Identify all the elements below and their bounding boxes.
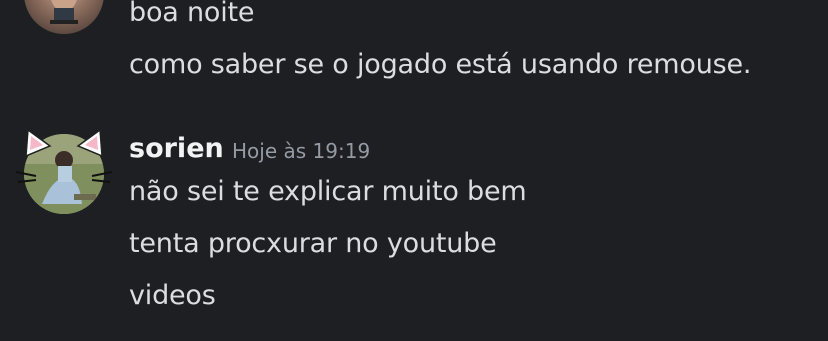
message-line: boa noite xyxy=(129,0,255,28)
message-timestamp[interactable]: Hoje às 19:19 xyxy=(232,138,370,164)
message-line: tenta procxurar no youtube xyxy=(129,228,497,259)
person-photo-icon xyxy=(50,0,78,24)
cat-ears-icon xyxy=(16,128,112,183)
chat-message-list: boa noite como saber se o jogado está us… xyxy=(0,0,828,341)
message-author-username[interactable]: sorien xyxy=(129,131,224,167)
sorien-avatar-wrapper[interactable] xyxy=(16,128,112,224)
message-line: como saber se o jogado está usando remou… xyxy=(129,49,752,80)
previous-user-avatar[interactable] xyxy=(24,0,104,34)
message-line: não sei te explicar muito bem xyxy=(129,176,527,207)
message-line: videos xyxy=(129,280,216,311)
